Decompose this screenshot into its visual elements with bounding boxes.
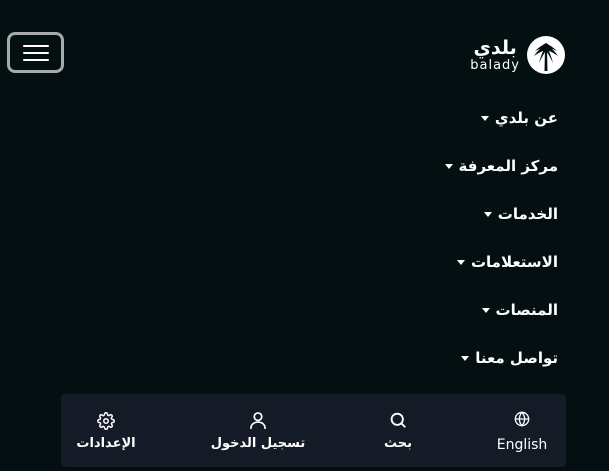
user-icon: [248, 410, 268, 430]
caret-down-icon: [444, 164, 453, 169]
caret-down-icon: [483, 212, 492, 217]
hamburger-line-icon: [22, 51, 49, 54]
settings-label: الإعدادات: [76, 435, 136, 451]
logo-text: بلدي balady: [470, 36, 520, 73]
logo-english-text: balady: [470, 57, 520, 73]
settings-button[interactable]: الإعدادات: [61, 394, 151, 467]
hamburger-line-icon: [22, 44, 49, 47]
hamburger-line-icon: [22, 58, 49, 61]
caret-down-icon: [461, 356, 470, 361]
nav-item-label: مركز المعرفة: [458, 157, 558, 175]
nav-item-label: المنصات: [495, 301, 558, 319]
globe-icon: [512, 409, 532, 429]
login-label: تسجيل الدخول: [210, 436, 306, 451]
language-label: English: [496, 436, 548, 453]
nav-item-label: تواصل معنا: [475, 349, 558, 367]
nav-item-inquiries[interactable]: الاستعلامات: [258, 238, 558, 286]
menu-toggle-button[interactable]: [7, 32, 64, 73]
nav-item-label: الاستعلامات: [470, 253, 558, 271]
nav-item-platforms[interactable]: المنصات: [258, 286, 558, 334]
language-button[interactable]: English: [481, 394, 563, 467]
nav-item-about[interactable]: عن بلدي: [258, 94, 558, 142]
nav-item-knowledge-center[interactable]: مركز المعرفة: [258, 142, 558, 190]
caret-down-icon: [456, 260, 465, 265]
caret-down-icon: [480, 116, 489, 121]
login-button[interactable]: تسجيل الدخول: [206, 394, 310, 467]
balady-logo[interactable]: بلدي balady: [470, 35, 566, 75]
main-nav: عن بلدي مركز المعرفة الخدمات الاستعلامات…: [258, 94, 558, 382]
gear-icon: [96, 411, 116, 431]
nav-item-label: عن بلدي: [494, 109, 558, 127]
nav-item-contact[interactable]: تواصل معنا: [258, 334, 558, 382]
nav-item-label: الخدمات: [497, 205, 558, 223]
nav-item-services[interactable]: الخدمات: [258, 190, 558, 238]
caret-down-icon: [481, 308, 490, 313]
logo-arabic-text: بلدي: [473, 36, 517, 59]
search-icon: [388, 410, 408, 430]
search-label: بحث: [383, 436, 412, 451]
bottom-action-bar: الإعدادات تسجيل الدخول بحث English: [61, 394, 566, 467]
page: بلدي balady عن بلدي مركز المعرفة الخدمات: [0, 0, 609, 471]
search-button[interactable]: بحث: [368, 394, 428, 467]
palm-tree-logo-icon: [527, 36, 565, 74]
